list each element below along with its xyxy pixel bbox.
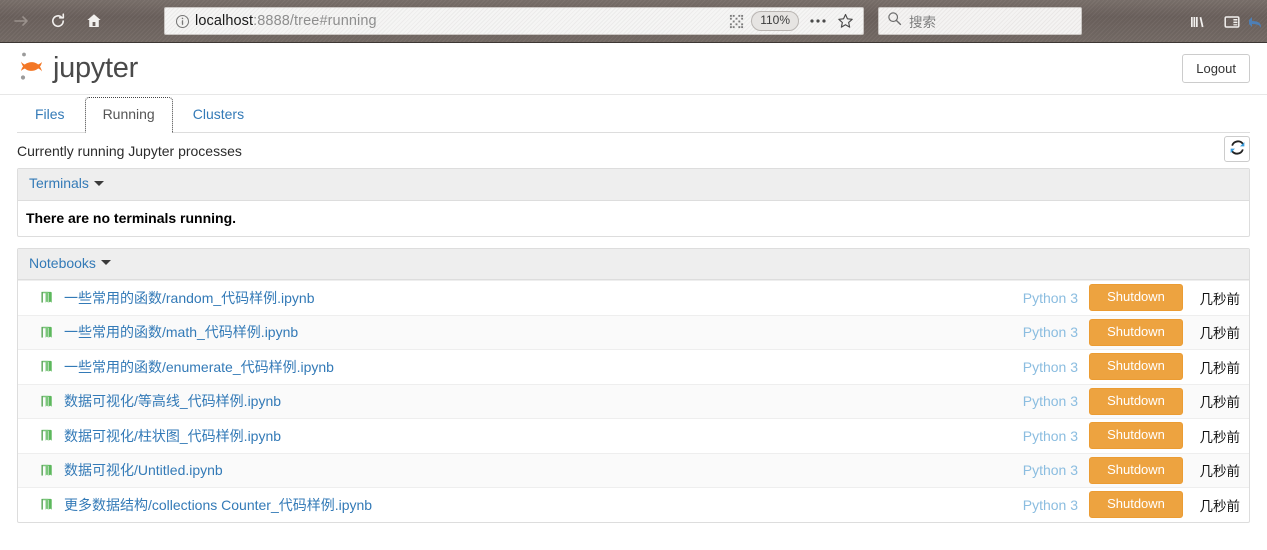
notebooks-panel-header: Notebooks bbox=[18, 248, 1249, 280]
search-placeholder: 搜索 bbox=[909, 15, 936, 30]
jupyter-logo[interactable]: jupyter bbox=[0, 49, 138, 88]
notebook-name-link[interactable]: 一些常用的函数/enumerate_代码样例.ipynb bbox=[62, 357, 1023, 377]
notebook-icon bbox=[40, 463, 62, 478]
shutdown-button[interactable]: Shutdown bbox=[1089, 491, 1183, 519]
jupyter-header: jupyter Logout bbox=[0, 43, 1267, 95]
tab-files-link[interactable]: Files bbox=[17, 97, 83, 133]
tab-running-link[interactable]: Running bbox=[84, 97, 173, 133]
browser-chrome: localhost:8888/tree#running 110% 搜索 bbox=[0, 0, 1267, 43]
shutdown-button[interactable]: Shutdown bbox=[1089, 422, 1183, 450]
tab-running[interactable]: Running bbox=[84, 97, 173, 133]
chevron-down-icon[interactable] bbox=[100, 260, 111, 266]
table-row[interactable]: 一些常用的函数/math_代码样例.ipynb Python 3 Shutdow… bbox=[18, 314, 1249, 349]
last-activity-time: 几秒前 bbox=[1199, 464, 1241, 480]
browser-search-box[interactable]: 搜索 bbox=[878, 7, 1082, 35]
more-options-icon[interactable] bbox=[805, 18, 831, 24]
table-row[interactable]: 更多数据结构/collections Counter_代码样例.ipynb Py… bbox=[18, 487, 1249, 522]
shutdown-button[interactable]: Shutdown bbox=[1089, 353, 1183, 381]
notebook-name-link[interactable]: 更多数据结构/collections Counter_代码样例.ipynb bbox=[62, 495, 1023, 515]
notebook-name-link[interactable]: 一些常用的函数/random_代码样例.ipynb bbox=[62, 288, 1023, 308]
jupyter-brand-text: jupyter bbox=[53, 52, 138, 84]
kernel-label: Python 3 bbox=[1022, 289, 1078, 306]
sidebar-toggle-icon[interactable] bbox=[1215, 5, 1249, 39]
kernel-label: Python 3 bbox=[1022, 393, 1078, 410]
url-text: localhost:8888/tree#running bbox=[193, 13, 725, 29]
shutdown-button[interactable]: Shutdown bbox=[1089, 318, 1183, 346]
search-icon bbox=[887, 11, 902, 31]
notebook-icon bbox=[40, 325, 62, 340]
shutdown-button[interactable]: Shutdown bbox=[1089, 284, 1183, 312]
kernel-label: Python 3 bbox=[1022, 358, 1078, 375]
zoom-level-badge[interactable]: 110% bbox=[751, 11, 799, 31]
back-arrow-icon[interactable] bbox=[1249, 5, 1265, 39]
table-row[interactable]: 数据可视化/等高线_代码样例.ipynb Python 3 Shutdown 几… bbox=[18, 383, 1249, 418]
kernel-label: Python 3 bbox=[1022, 324, 1078, 341]
table-row[interactable]: 一些常用的函数/enumerate_代码样例.ipynb Python 3 Sh… bbox=[18, 349, 1249, 384]
last-activity-time: 几秒前 bbox=[1199, 498, 1241, 514]
notebook-name-link[interactable]: 数据可视化/柱状图_代码样例.ipynb bbox=[62, 426, 1023, 446]
library-icon[interactable] bbox=[1181, 5, 1215, 39]
notebooks-toggle-link[interactable]: Notebooks bbox=[29, 255, 96, 271]
table-row[interactable]: 一些常用的函数/random_代码样例.ipynb Python 3 Shutd… bbox=[18, 280, 1249, 315]
tab-list: Files Running Clusters bbox=[17, 97, 1267, 133]
terminals-empty-message: There are no terminals running. bbox=[26, 209, 237, 226]
main-content: Currently running Jupyter processes Term… bbox=[0, 133, 1267, 523]
last-activity-time: 几秒前 bbox=[1199, 291, 1241, 307]
forward-arrow-icon[interactable] bbox=[4, 4, 40, 38]
reload-icon[interactable] bbox=[40, 4, 76, 38]
terminals-panel: Terminals There are no terminals running… bbox=[17, 168, 1250, 237]
kernel-label: Python 3 bbox=[1022, 496, 1078, 513]
url-path: :8888/tree#running bbox=[253, 13, 377, 29]
url-bar[interactable]: localhost:8888/tree#running 110% bbox=[164, 7, 864, 35]
kernel-label: Python 3 bbox=[1022, 462, 1078, 479]
last-activity-time: 几秒前 bbox=[1199, 429, 1241, 445]
refresh-icon bbox=[1230, 140, 1245, 158]
browser-right-actions bbox=[1181, 0, 1267, 43]
tab-files[interactable]: Files bbox=[17, 97, 83, 133]
shutdown-button[interactable]: Shutdown bbox=[1089, 387, 1183, 415]
tabs-row: Files Running Clusters bbox=[0, 97, 1267, 133]
url-bar-actions: 110% bbox=[725, 11, 857, 31]
notebook-icon bbox=[40, 394, 62, 409]
qr-reader-icon[interactable] bbox=[725, 14, 747, 29]
notebook-name-link[interactable]: 数据可视化/Untitled.ipynb bbox=[62, 460, 1023, 480]
notebook-icon bbox=[40, 428, 62, 443]
browser-nav-buttons bbox=[0, 4, 112, 38]
page-title: Currently running Jupyter processes bbox=[17, 142, 242, 159]
notebook-name-link[interactable]: 一些常用的函数/math_代码样例.ipynb bbox=[62, 322, 1023, 342]
bookmark-star-icon[interactable] bbox=[833, 13, 857, 30]
jupyter-logo-icon bbox=[17, 49, 47, 88]
table-row[interactable]: 数据可视化/柱状图_代码样例.ipynb Python 3 Shutdown 几… bbox=[18, 418, 1249, 453]
terminals-toggle-link[interactable]: Terminals bbox=[29, 175, 89, 191]
tab-clusters[interactable]: Clusters bbox=[175, 97, 262, 133]
notebook-icon bbox=[40, 497, 62, 512]
info-icon[interactable] bbox=[171, 14, 193, 29]
last-activity-time: 几秒前 bbox=[1199, 326, 1241, 342]
tab-clusters-link[interactable]: Clusters bbox=[175, 97, 262, 133]
kernel-label: Python 3 bbox=[1022, 427, 1078, 444]
notebook-icon bbox=[40, 359, 62, 374]
chevron-down-icon[interactable] bbox=[93, 180, 104, 186]
logout-button[interactable]: Logout bbox=[1182, 54, 1250, 83]
shutdown-button[interactable]: Shutdown bbox=[1089, 456, 1183, 484]
notebook-name-link[interactable]: 数据可视化/等高线_代码样例.ipynb bbox=[62, 391, 1023, 411]
table-row[interactable]: 数据可视化/Untitled.ipynb Python 3 Shutdown 几… bbox=[18, 452, 1249, 487]
notebooks-panel: Notebooks 一些常用的函数/random_代码样例.ipynb Pyth… bbox=[17, 247, 1250, 523]
running-header-row: Currently running Jupyter processes bbox=[17, 133, 1250, 168]
url-host: localhost bbox=[195, 13, 254, 29]
last-activity-time: 几秒前 bbox=[1199, 360, 1241, 376]
notebook-icon bbox=[40, 290, 62, 305]
refresh-button[interactable] bbox=[1224, 136, 1250, 162]
last-activity-time: 几秒前 bbox=[1199, 395, 1241, 411]
terminals-panel-header: Terminals bbox=[18, 169, 1249, 201]
home-icon[interactable] bbox=[76, 4, 112, 38]
